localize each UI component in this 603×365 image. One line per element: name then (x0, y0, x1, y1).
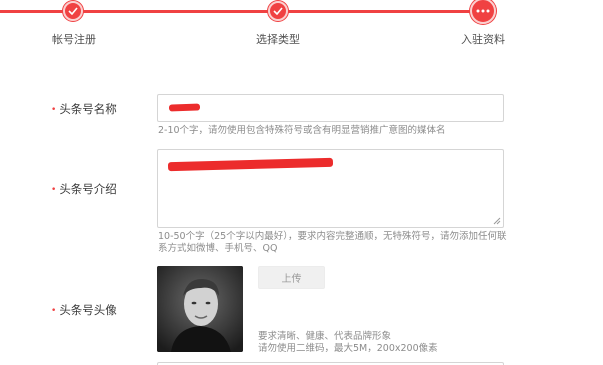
step-2-complete-icon (268, 1, 288, 21)
name-label: • 头条号名称 (51, 101, 117, 117)
intro-textarea[interactable] (157, 149, 504, 228)
step-2-label: 选择类型 (256, 33, 300, 46)
intro-label: • 头条号介绍 (51, 181, 117, 197)
step-3-label: 入驻资料 (461, 33, 505, 46)
name-input[interactable] (157, 94, 504, 122)
avatar-hint-line2: 请勿使用二维码，最大5M，200x200像素 (258, 343, 438, 354)
upload-button[interactable]: 上传 (258, 266, 325, 289)
name-hint: 2-10个字，请勿使用包含特殊符号或含有明显营销推广意图的媒体名 (158, 125, 446, 136)
redacted-name (168, 103, 201, 112)
required-marker: • (51, 306, 57, 316)
step-1-label: 帐号注册 (52, 33, 96, 46)
step-3-current-icon (470, 0, 496, 24)
avatar-label: • 头条号头像 (51, 302, 117, 318)
required-marker: • (51, 105, 57, 115)
check-icon (68, 7, 78, 15)
name-label-text: 头条号名称 (59, 102, 117, 116)
avatar-label-text: 头条号头像 (59, 303, 117, 317)
required-marker: • (51, 185, 57, 195)
step-1-complete-icon (63, 1, 83, 21)
intro-hint-line1: 10-50个字（25个字以内最好），要求内容完整通顺，无特殊符号，请勿添加任何联 (158, 231, 507, 242)
redacted-intro (167, 157, 334, 172)
avatar-hint-line1: 要求清晰、健康、代表品牌形象 (258, 331, 392, 342)
check-icon (273, 7, 283, 15)
intro-label-text: 头条号介绍 (59, 182, 117, 196)
avatar-portrait (157, 266, 243, 352)
resize-handle-icon[interactable] (493, 217, 501, 225)
avatar-image (157, 266, 243, 352)
more-dots-icon (476, 9, 490, 13)
intro-hint-line2: 系方式如微博、手机号、QQ (158, 243, 278, 254)
